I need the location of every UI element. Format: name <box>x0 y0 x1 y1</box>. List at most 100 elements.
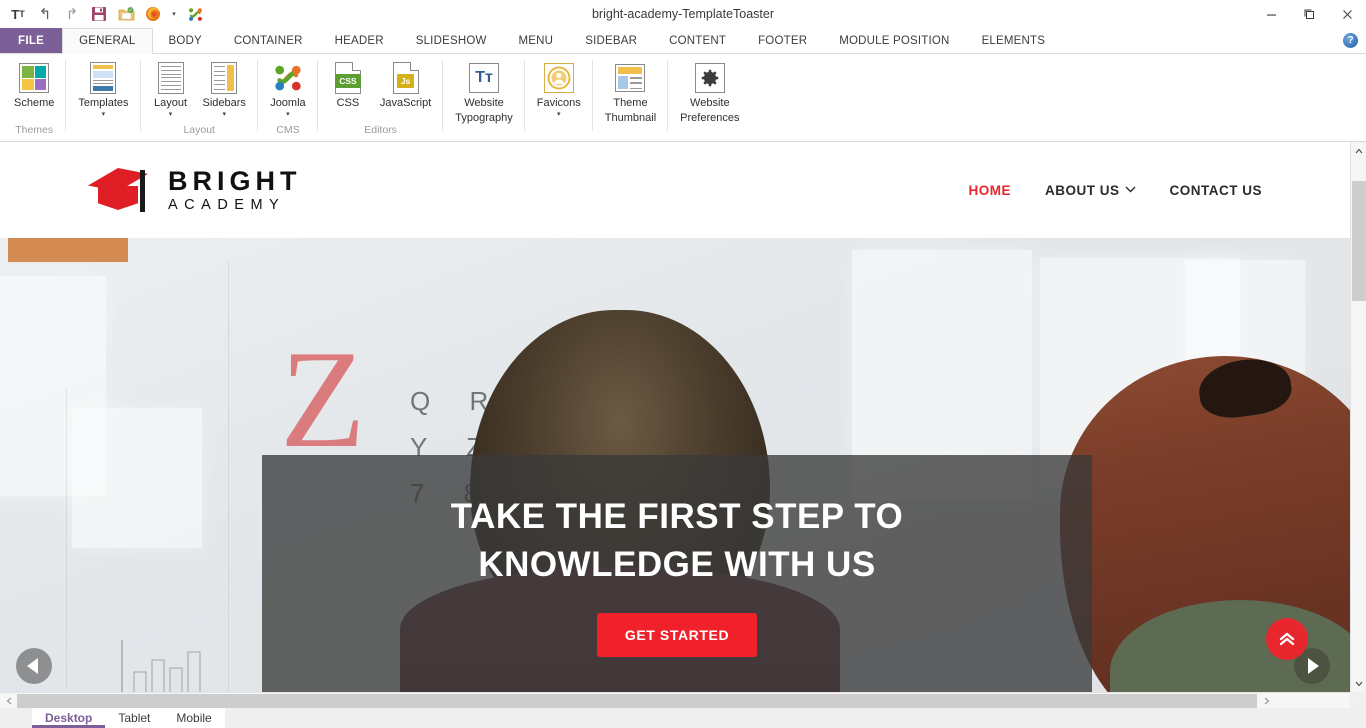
ribbon-group-cms: Joomla ▾ CMS <box>258 54 318 141</box>
color-scheme-icon <box>19 61 50 95</box>
favicons-dropdown-caret[interactable]: ▾ <box>557 111 561 118</box>
theme-thumbnail-button[interactable]: Theme Thumbnail <box>598 58 663 127</box>
next-arrow-icon <box>1308 658 1319 674</box>
nav-item-about-us[interactable]: ABOUT US <box>1045 183 1136 198</box>
graduation-cap-icon <box>88 164 160 216</box>
group-label-thumbnail-blank <box>593 122 668 140</box>
ribbon-group-themes: Scheme Themes <box>2 54 67 141</box>
joomla-icon <box>272 61 304 95</box>
tab-menu[interactable]: MENU <box>503 28 570 53</box>
vertical-scrollbar[interactable] <box>1350 142 1366 692</box>
website-preferences-button[interactable]: Website Preferences <box>673 58 746 127</box>
scrollbar-corner <box>1350 692 1366 708</box>
device-tab-mobile[interactable]: Mobile <box>163 708 225 728</box>
gear-icon <box>694 61 725 95</box>
group-label-preferences-blank <box>668 122 751 140</box>
hero-slideshow[interactable]: Z Q R S Y Z 1 7 8 9 <box>0 238 1350 692</box>
group-label-templates-blank <box>66 122 140 140</box>
device-tab-desktop[interactable]: Desktop <box>32 708 106 728</box>
preview-dropdown-caret[interactable]: ▾ <box>170 4 178 24</box>
templates-label: Templates <box>78 97 129 109</box>
firefox-preview-icon[interactable] <box>143 4 163 24</box>
chevron-down-icon <box>1125 185 1136 195</box>
ribbon-panel: Scheme Themes Templates ▾ Layout ▾ Sideb… <box>0 54 1366 142</box>
website-typography-label-l1: Website <box>464 97 504 109</box>
layout-icon <box>157 61 184 95</box>
css-badge-label: CSS <box>335 74 361 88</box>
tab-slideshow[interactable]: SLIDESHOW <box>400 28 503 53</box>
prev-arrow-icon <box>27 658 38 674</box>
tab-elements[interactable]: ELEMENTS <box>966 28 1062 53</box>
scheme-button[interactable]: Scheme <box>7 58 61 113</box>
favicons-button[interactable]: Favicons ▾ <box>530 58 588 121</box>
nav-item-contact-us[interactable]: CONTACT US <box>1170 183 1263 198</box>
help-icon[interactable]: ? <box>1343 33 1358 48</box>
sidebars-button[interactable]: Sidebars ▾ <box>196 58 253 121</box>
ribbon-tab-bar: FILE GENERAL BODY CONTAINER HEADER SLIDE… <box>0 28 1366 54</box>
tab-file[interactable]: FILE <box>0 28 63 53</box>
horizontal-scroll-thumb[interactable] <box>17 694 1257 708</box>
tab-footer[interactable]: FOOTER <box>742 28 823 53</box>
maximize-button[interactable] <box>1290 0 1328 28</box>
tab-module-position[interactable]: MODULE POSITION <box>823 28 965 53</box>
tab-general[interactable]: GENERAL <box>62 28 153 54</box>
undo-icon[interactable]: ↰ <box>35 4 55 24</box>
scroll-left-button[interactable] <box>0 693 17 708</box>
slider-prev-button[interactable] <box>16 648 52 684</box>
javascript-label: JavaScript <box>379 97 432 109</box>
tab-content[interactable]: CONTENT <box>653 28 742 53</box>
bg-bar-chart-icon <box>121 640 201 692</box>
templates-button[interactable]: Templates ▾ <box>71 58 135 121</box>
vertical-scroll-track[interactable] <box>1351 159 1366 675</box>
layout-dropdown-caret[interactable]: ▾ <box>169 111 173 118</box>
sidebars-dropdown-caret[interactable]: ▾ <box>222 111 226 118</box>
typography-glyph: Tᴛ <box>475 69 493 86</box>
css-file-icon: CSS <box>334 61 361 95</box>
group-label-themes: Themes <box>15 124 54 136</box>
favicons-label: Favicons <box>536 97 581 109</box>
close-button[interactable] <box>1328 0 1366 28</box>
scroll-up-button[interactable] <box>1351 142 1366 159</box>
tab-header[interactable]: HEADER <box>319 28 400 53</box>
scroll-down-button[interactable] <box>1351 675 1366 692</box>
favicon-icon <box>543 61 574 95</box>
open-folder-icon[interactable]: ✓ <box>116 4 136 24</box>
vertical-scroll-thumb[interactable] <box>1352 181 1366 301</box>
nav-item-home[interactable]: HOME <box>969 183 1012 198</box>
site-header: BRIGHT ACADEMY HOME ABOUT US CONTACT US <box>0 142 1350 238</box>
theme-thumbnail-label-l1: Theme <box>613 97 648 109</box>
logo-text: BRIGHT ACADEMY <box>168 167 302 213</box>
bg-letter-z: Z <box>280 322 366 477</box>
sidebars-label: Sidebars <box>202 97 246 109</box>
joomla-icon[interactable] <box>185 4 205 24</box>
layout-button[interactable]: Layout ▾ <box>146 58 196 121</box>
redo-icon[interactable]: ↱ <box>62 4 82 24</box>
css-editor-button[interactable]: CSS CSS <box>323 58 373 113</box>
site-logo[interactable]: BRIGHT ACADEMY <box>88 164 302 216</box>
font-size-icon[interactable]: TT <box>8 4 28 24</box>
get-started-button[interactable]: GET STARTED <box>596 613 758 657</box>
website-typography-button[interactable]: Tᴛ Website Typography <box>448 58 519 127</box>
layout-label: Layout <box>153 97 188 109</box>
tab-container[interactable]: CONTAINER <box>218 28 319 53</box>
scroll-to-top-button[interactable] <box>1266 618 1308 660</box>
ribbon-group-layout: Layout ▾ Sidebars ▾ Layout <box>141 54 259 141</box>
save-icon[interactable] <box>89 4 109 24</box>
joomla-button[interactable]: Joomla ▾ <box>263 58 313 121</box>
hero-title-line-1: TAKE THE FIRST STEP TO <box>450 497 904 536</box>
nav-home-label: HOME <box>968 182 1011 198</box>
device-tab-tablet[interactable]: Tablet <box>105 708 164 728</box>
joomla-dropdown-caret[interactable]: ▾ <box>286 111 290 118</box>
javascript-editor-button[interactable]: Js JavaScript <box>373 58 438 113</box>
minimize-button[interactable] <box>1252 0 1290 28</box>
tab-body[interactable]: BODY <box>153 28 218 53</box>
js-badge-label: Js <box>396 74 415 88</box>
website-preview-canvas[interactable]: BRIGHT ACADEMY HOME ABOUT US CONTACT US <box>0 142 1350 692</box>
scroll-right-button[interactable] <box>1258 693 1275 708</box>
tab-sidebar[interactable]: SIDEBAR <box>569 28 653 53</box>
joomla-label: Joomla <box>270 97 306 109</box>
group-label-layout: Layout <box>183 124 215 136</box>
horizontal-scrollbar[interactable] <box>0 692 1350 708</box>
templates-dropdown-caret[interactable]: ▾ <box>102 111 106 118</box>
bg-wall-line-2 <box>66 388 67 688</box>
